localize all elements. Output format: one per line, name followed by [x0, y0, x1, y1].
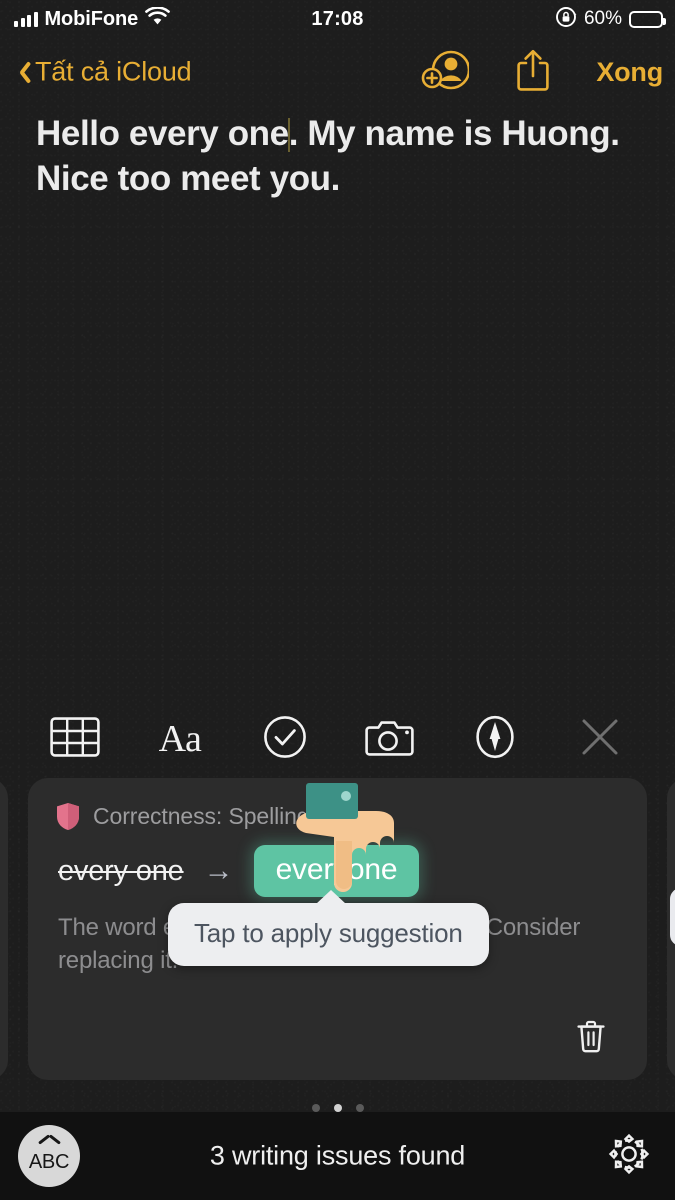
back-button-label: Tất cả iCloud	[35, 56, 192, 87]
editor-toolbar: Aa	[0, 700, 675, 778]
suggestion-card-next[interactable]	[667, 778, 675, 1080]
nav-actions: Xong	[420, 48, 663, 97]
checklist-icon	[263, 715, 307, 764]
add-person-icon	[421, 49, 471, 96]
pagination-dot-active[interactable]	[333, 1104, 342, 1112]
camera-icon	[365, 717, 415, 762]
battery-icon	[629, 10, 666, 28]
suggestion-category-label: Correctness: Spelling	[93, 803, 310, 829]
checklist-button[interactable]	[256, 710, 314, 768]
markup-pen-icon	[473, 715, 517, 764]
share-icon	[515, 48, 551, 97]
writing-issues-status: 3 writing issues found	[209, 1140, 466, 1171]
pointing-hand-cursor	[290, 783, 400, 903]
dismiss-suggestion-button[interactable]	[569, 1016, 613, 1060]
apply-suggestion-tooltip: Tap to apply suggestion	[168, 890, 489, 966]
table-button[interactable]	[46, 710, 104, 768]
close-icon	[580, 717, 620, 762]
note-text-editor[interactable]: Hello every one. My name is Huong. Nice …	[0, 112, 675, 202]
original-text: every one	[58, 854, 184, 887]
close-editor-button[interactable]	[571, 710, 629, 768]
arrow-right-icon: →	[203, 854, 234, 887]
settings-button[interactable]	[603, 1130, 655, 1182]
chevron-left-icon	[14, 59, 30, 85]
suggestion-card-previous[interactable]	[0, 778, 8, 1080]
done-button[interactable]: Xong	[596, 57, 663, 88]
note-text-before-caret: Hello every one	[36, 114, 289, 153]
pagination-dot[interactable]	[311, 1104, 320, 1112]
battery-percent-label: 60%	[583, 8, 622, 29]
navigation-bar: Tất cả iCloud Xong	[0, 38, 675, 106]
add-person-button[interactable]	[420, 49, 471, 96]
bottom-bar: ABC 3 writing issues found	[0, 1112, 675, 1200]
rotation-lock-icon	[555, 6, 577, 33]
table-icon	[49, 716, 100, 762]
camera-button[interactable]	[361, 710, 419, 768]
back-button[interactable]: Tất cả iCloud	[14, 56, 192, 88]
pagination-dot[interactable]	[355, 1104, 364, 1112]
notes-app-screen: MobiFone 17:08 60% Tất cả iCloud Xong He…	[0, 0, 675, 1200]
text-format-icon: Aa	[158, 718, 202, 760]
carousel-pagination-dots[interactable]	[0, 1104, 675, 1112]
gear-icon	[607, 1132, 651, 1181]
status-bar-right: 60%	[555, 6, 666, 33]
markup-button[interactable]	[466, 710, 524, 768]
status-bar: MobiFone 17:08 60%	[0, 0, 675, 38]
shield-icon	[56, 802, 80, 831]
next-card-suggestion-pill	[670, 888, 675, 946]
trash-icon	[576, 1019, 606, 1058]
text-format-button[interactable]: Aa	[151, 710, 209, 768]
share-button[interactable]	[508, 48, 558, 97]
